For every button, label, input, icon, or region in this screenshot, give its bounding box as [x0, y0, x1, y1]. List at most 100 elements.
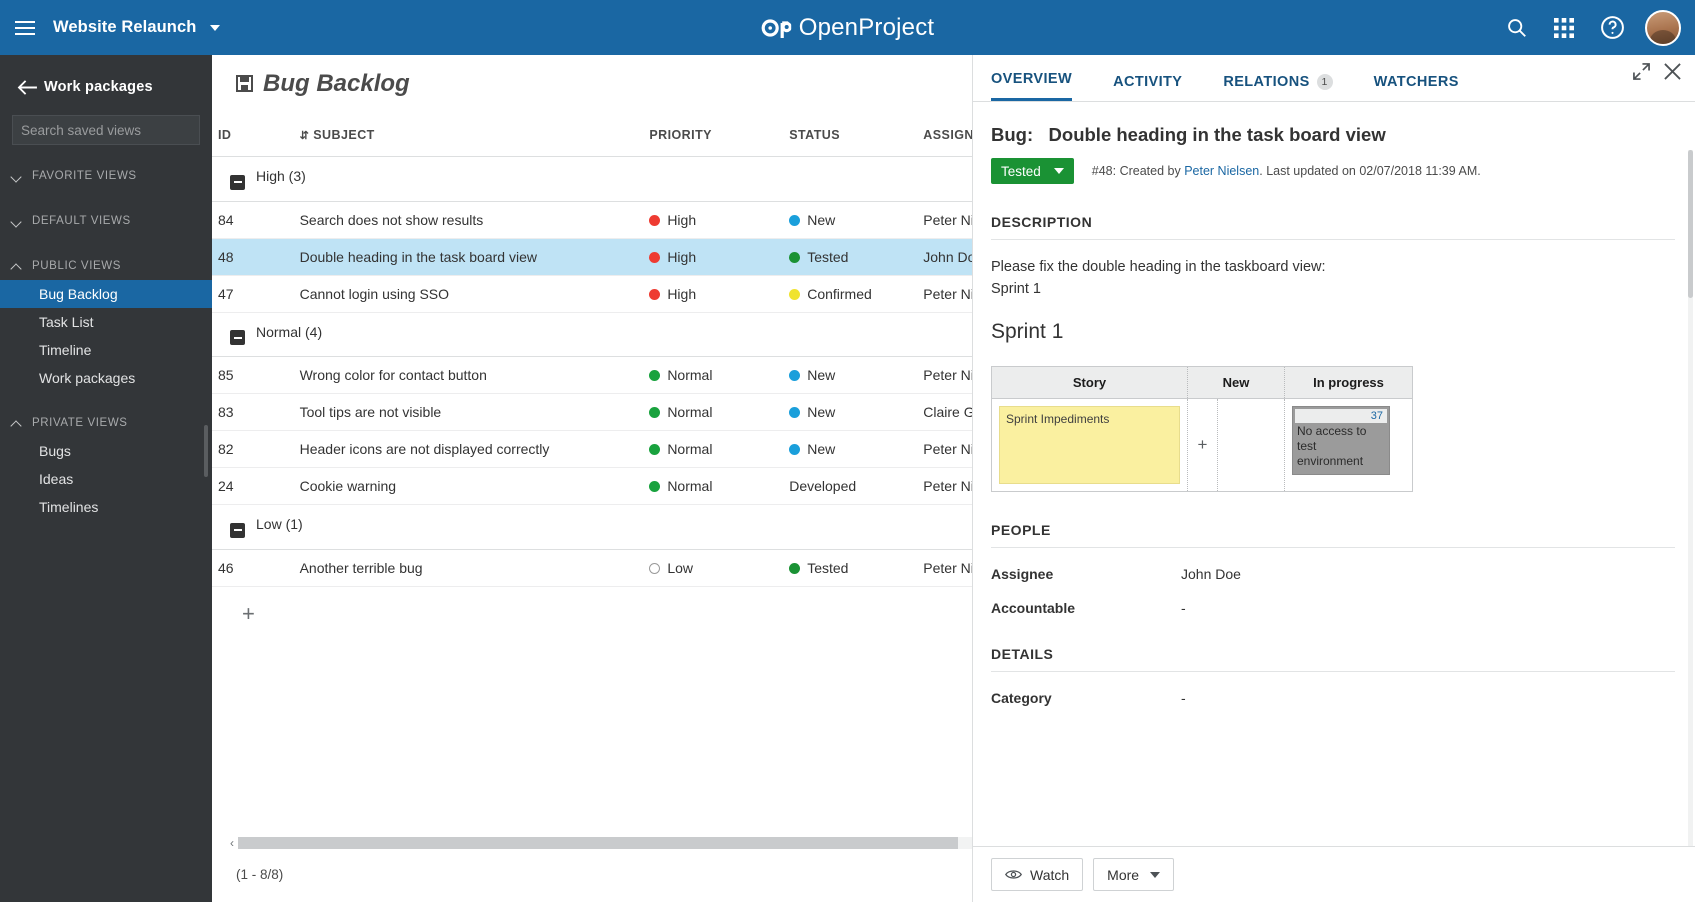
- sidebar-item-work-packages[interactable]: Work packages: [0, 364, 212, 392]
- people-heading: PEOPLE: [991, 522, 1675, 548]
- expand-fullscreen-icon[interactable]: [1633, 63, 1650, 80]
- field-value[interactable]: -: [1181, 600, 1186, 616]
- field-value[interactable]: John Doe: [1181, 566, 1241, 582]
- priority-label: Normal: [667, 478, 713, 494]
- cell-id[interactable]: 83: [212, 393, 294, 431]
- taskboard-add-cell[interactable]: +: [1188, 398, 1218, 491]
- tab-watchers[interactable]: WATCHERS: [1374, 74, 1459, 101]
- status-dot-icon: [789, 251, 801, 263]
- status-badge[interactable]: Tested: [991, 158, 1074, 184]
- priority-dot-icon: [649, 251, 661, 263]
- sidebar-item-bug-backlog[interactable]: Bug Backlog: [0, 280, 212, 308]
- column-header-status[interactable]: STATUS: [783, 112, 918, 157]
- chevron-down-icon[interactable]: [210, 24, 221, 31]
- group-collapse-icon[interactable]: [230, 330, 245, 345]
- status-dot-icon: [789, 370, 801, 381]
- cell-status: New: [783, 393, 918, 431]
- meta-author-link[interactable]: Peter Nielsen: [1184, 164, 1259, 178]
- cell-id[interactable]: 48: [212, 238, 294, 276]
- cell-subject: Another terrible bug: [293, 549, 644, 587]
- status-label: New: [807, 441, 836, 457]
- field-label: Assignee: [991, 565, 1054, 582]
- taskboard-body: Sprint Impediments + 37 No access to tes…: [992, 398, 1412, 491]
- priority-dot-icon: [649, 407, 661, 418]
- sidebar-group-favorite-views[interactable]: FAVORITE VIEWS: [0, 162, 212, 190]
- detail-scrollbar-thumb[interactable]: [1688, 150, 1693, 298]
- sidebar-item-ideas[interactable]: Ideas: [0, 465, 212, 493]
- tab-relations[interactable]: RELATIONS 1: [1223, 74, 1333, 101]
- sidebar-item-timeline[interactable]: Timeline: [0, 336, 212, 364]
- cell-subject: Header icons are not displayed correctly: [293, 430, 644, 468]
- cell-id[interactable]: 46: [212, 549, 294, 587]
- taskboard-column-in-progress: In progress: [1313, 374, 1384, 390]
- cell-id[interactable]: 82: [212, 430, 294, 468]
- cell-status: Tested: [783, 238, 918, 276]
- cell-id[interactable]: 47: [212, 275, 294, 313]
- tab-activity[interactable]: ACTIVITY: [1113, 74, 1182, 101]
- story-card[interactable]: Sprint Impediments: [999, 405, 1180, 484]
- scrollbar-thumb[interactable]: [238, 836, 958, 849]
- watch-label: Watch: [1030, 866, 1070, 883]
- tab-overview[interactable]: OVERVIEW: [991, 71, 1073, 101]
- more-label: More: [1107, 866, 1140, 883]
- column-header-id[interactable]: ID: [212, 112, 294, 157]
- cell-priority: Normal: [643, 393, 784, 431]
- task-card[interactable]: 37 No access to test environment: [1292, 405, 1390, 475]
- user-avatar[interactable]: [1645, 9, 1681, 46]
- save-view-icon: [236, 75, 253, 92]
- help-icon[interactable]: [1588, 0, 1636, 55]
- sidebar-group-default-views[interactable]: DEFAULT VIEWS: [0, 207, 212, 235]
- sidebar-item-timelines[interactable]: Timelines: [0, 493, 212, 521]
- cell-status: Tested: [783, 549, 918, 587]
- sidebar-scrollbar[interactable]: [204, 425, 208, 477]
- field-value[interactable]: -: [1181, 690, 1186, 706]
- sidebar-item-task-list[interactable]: Task List: [0, 308, 212, 336]
- tab-label: OVERVIEW: [991, 71, 1073, 87]
- column-header-priority[interactable]: PRIORITY: [643, 112, 784, 157]
- priority-label: Normal: [667, 441, 713, 457]
- sidebar-item-bugs[interactable]: Bugs: [0, 437, 212, 465]
- search-icon[interactable]: [1492, 0, 1540, 55]
- cell-id[interactable]: 85: [212, 356, 294, 394]
- sort-indicator-icon: ⇵: [299, 130, 310, 142]
- sidebar-group-private-views[interactable]: PRIVATE VIEWS: [0, 409, 212, 437]
- cell-id[interactable]: 84: [212, 201, 294, 239]
- detail-tabs: OVERVIEW ACTIVITY RELATIONS 1 WATCHERS: [973, 55, 1695, 102]
- tab-label: RELATIONS: [1223, 74, 1310, 90]
- cell-subject: Search does not show results: [293, 201, 644, 239]
- column-header-subject[interactable]: ⇵ SUBJECT: [293, 112, 644, 157]
- tab-label: ACTIVITY: [1113, 74, 1183, 90]
- cell-status: New: [783, 201, 918, 239]
- scroll-left-icon[interactable]: ‹: [230, 836, 234, 850]
- meta-prefix: #48: Created by: [1091, 164, 1185, 178]
- watch-button[interactable]: Watch: [991, 858, 1084, 891]
- status-label: Developed: [789, 478, 857, 494]
- chevron-down-icon: [1150, 871, 1161, 878]
- taskboard-in-progress-cell: 37 No access to test environment: [1285, 399, 1412, 491]
- cell-priority: High: [643, 201, 784, 239]
- more-button[interactable]: More: [1093, 858, 1175, 891]
- sidebar-group-public-views[interactable]: PUBLIC VIEWS: [0, 252, 212, 280]
- group-collapse-icon[interactable]: [230, 174, 245, 190]
- project-name[interactable]: Website Relaunch: [53, 18, 196, 37]
- group-collapse-icon[interactable]: [230, 522, 245, 538]
- tab-count-badge: 1: [1316, 74, 1333, 90]
- modules-grid-icon[interactable]: [1540, 0, 1588, 55]
- cell-priority: Normal: [643, 356, 784, 394]
- close-icon[interactable]: [1664, 63, 1681, 80]
- back-arrow-icon[interactable]: [10, 79, 44, 96]
- group-label: Low (1): [256, 516, 303, 532]
- embedded-taskboard: Story New In progress Sprint Impediments…: [991, 365, 1413, 492]
- status-label: New: [807, 211, 836, 228]
- saved-views-search[interactable]: [12, 115, 200, 145]
- detail-footer: Watch More: [973, 846, 1695, 902]
- cell-priority: High: [643, 275, 784, 313]
- description-heading: DESCRIPTION: [991, 214, 1675, 240]
- hamburger-menu-icon[interactable]: [0, 0, 50, 55]
- taskboard-new-cell[interactable]: [1218, 398, 1285, 491]
- status-dot-icon: [789, 562, 801, 574]
- search-input[interactable]: [21, 122, 198, 138]
- cell-subject: Double heading in the task board view: [293, 238, 644, 276]
- priority-dot-icon: [649, 214, 661, 226]
- cell-id[interactable]: 24: [212, 467, 294, 505]
